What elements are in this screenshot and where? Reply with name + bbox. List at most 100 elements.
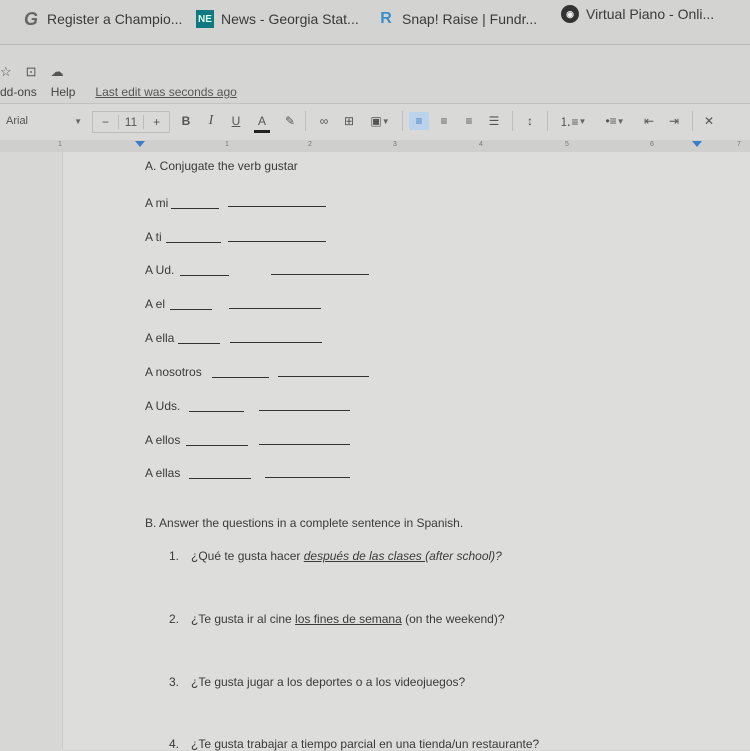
conjugation-row: A Uds. [145,399,180,413]
align-center-icon[interactable]: ≡ [435,112,453,130]
conjugation-row: A ellos [145,433,180,447]
ruler-number: 6 [650,141,654,148]
answer-blank[interactable] [278,376,369,377]
answer-blank[interactable] [229,308,321,309]
bookmark-news-georgia[interactable]: NE News - Georgia Stat... [196,10,359,28]
g-logo-icon: G [23,8,38,29]
add-comment-icon[interactable]: ⊞ [340,112,358,130]
bookmark-label: Virtual Piano - Onli... [586,6,715,22]
question-text: ¿Qué te gusta hacer [191,549,304,563]
answer-blank[interactable] [271,274,369,275]
question-number: 1. [169,549,180,563]
ruler-number: 4 [479,141,483,148]
left-indent-marker[interactable] [135,141,145,147]
decrease-indent-icon[interactable]: ⇤ [640,112,658,130]
bookmark-label: Register a Champio... [47,11,183,27]
bookmark-virtual-piano[interactable]: ◉ Virtual Piano - Onli... [561,5,714,23]
toolbar-divider [512,111,513,131]
bookmark-label: News - Georgia Stat... [221,11,359,27]
answer-blank[interactable] [166,242,221,243]
cloud-status-icon[interactable]: ☁ [51,64,64,80]
snap-raise-logo-icon: R [380,10,392,27]
bold-button[interactable]: B [178,112,194,130]
answer-blank[interactable] [228,206,326,207]
row-label: A ti [145,230,162,244]
row-label: A ella [145,331,175,345]
row-label: A ellos [145,433,181,447]
answer-blank[interactable] [212,377,269,378]
conjugation-row: A ellas [145,466,180,480]
answer-blank[interactable] [189,411,244,412]
clear-formatting-icon[interactable]: ✕ [700,112,718,130]
right-indent-marker[interactable] [692,141,702,147]
answer-blank[interactable] [259,410,350,411]
align-left-icon[interactable]: ≡ [409,112,429,130]
answer-blank[interactable] [186,445,248,446]
menu-addons[interactable]: dd-ons [0,85,37,99]
insert-image-icon[interactable]: ▣ ▼ [366,112,394,130]
ruler-number: 5 [565,141,569,148]
conjugation-row: A Ud. [145,263,174,277]
row-label: A ellas [145,466,181,480]
font-family-select[interactable]: Arial ▼ [6,112,86,130]
increase-indent-icon[interactable]: ⇥ [665,112,683,130]
answer-blank[interactable] [230,342,322,343]
numbered-list-icon[interactable]: ⒈≡ ▼ [556,112,590,130]
formatting-toolbar: Arial ▼ − 11 + B I U A ✎ ∞ ⊞ ▣ ▼ ≡ ≡ ≡ ☰ … [0,103,750,141]
virtual-piano-logo-icon: ◉ [561,5,579,23]
star-icon[interactable]: ☆ [0,64,12,80]
font-family-value: Arial [6,115,29,127]
text-color-button[interactable]: A [254,112,270,133]
question-number: 2. [169,612,180,626]
highlight-pen-icon[interactable]: ✎ [282,112,298,130]
question-number: 3. [169,675,180,689]
last-edit-link[interactable]: Last edit was seconds ago [95,85,236,99]
menu-bar: dd-ons Help Last edit was seconds ago [0,85,237,99]
question-underlined-phrase: después de las clases [303,549,426,563]
section-b-heading: B. Answer the questions in a complete se… [145,516,464,530]
question-text: ¿Te gusta trabajar a tiempo parcial en u… [191,737,540,751]
font-size-input[interactable]: 11 [117,115,145,129]
menu-help[interactable]: Help [51,85,76,99]
ruler-number: 3 [393,141,397,148]
question-number: 4. [169,737,180,751]
underline-button[interactable]: U [228,112,244,130]
question-translation: (after school)? [425,549,502,563]
answer-blank[interactable] [170,309,212,310]
conjugation-row: A nosotros [145,365,202,379]
line-spacing-icon[interactable]: ↕ [521,112,539,130]
answer-blank[interactable] [265,477,350,478]
bookmark-snap-raise[interactable]: R Snap! Raise | Fundr... [377,10,537,28]
justify-icon[interactable]: ☰ [485,112,503,130]
align-right-icon[interactable]: ≡ [460,112,478,130]
ne-logo-icon: NE [196,10,214,28]
question-item: 1. ¿Qué te gusta hacer después de las cla… [169,549,502,563]
answer-blank[interactable] [171,208,219,209]
question-item: 4. ¿Te gusta trabajar a tiempo parcial en… [169,737,539,751]
toolbar-divider [305,111,306,131]
ruler-number: 1 [58,141,62,148]
conjugation-row: A el [145,297,165,311]
toolbar-divider [402,111,403,131]
bookmark-register-champion[interactable]: G Register a Champio... [22,8,183,29]
question-translation: (on the weekend)? [401,612,505,626]
bulleted-list-icon[interactable]: •≡ ▼ [598,112,632,130]
italic-button[interactable]: I [203,112,219,130]
conjugation-row: A mi [145,196,168,210]
row-label: A nosotros [145,365,202,379]
decrease-font-size-button[interactable]: − [93,115,118,129]
link-icon[interactable]: ∞ [314,112,334,130]
ruler-number: 1 [225,141,229,148]
answer-blank[interactable] [189,478,251,479]
answer-blank[interactable] [180,275,229,276]
answer-blank[interactable] [259,444,350,445]
answer-blank[interactable] [228,241,326,242]
conjugation-row: A ella [145,331,174,345]
document-page[interactable]: A. Conjugate the verb gustar A mi A ti A… [62,152,750,751]
move-folder-icon[interactable]: ⊡ [26,64,37,80]
ruler-number: 7 [737,141,741,148]
row-label: A mi [145,196,169,210]
horizontal-ruler[interactable]: 1 1 2 3 4 5 6 7 [0,140,750,152]
increase-font-size-button[interactable]: + [144,115,169,129]
answer-blank[interactable] [178,343,220,344]
